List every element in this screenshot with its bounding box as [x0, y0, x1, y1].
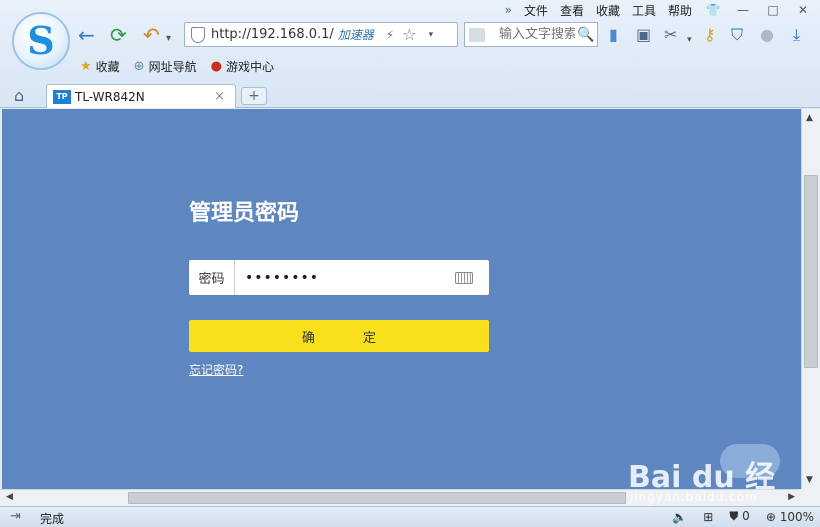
zoom-level: 100%: [779, 509, 814, 524]
bookmark-label: 网址导航: [148, 60, 197, 74]
menu-help[interactable]: 帮助: [668, 2, 692, 19]
scroll-up-icon[interactable]: ▲: [806, 113, 813, 123]
scroll-down-icon[interactable]: ▼: [806, 475, 813, 485]
game-icon: ●: [210, 59, 222, 74]
bookmark-navigation[interactable]: ⊕ 网址导航: [134, 58, 197, 75]
key-icon[interactable]: ⚷: [704, 24, 716, 46]
vertical-scroll-thumb[interactable]: [804, 175, 818, 368]
accelerator-label[interactable]: 加速器: [338, 26, 374, 43]
refresh-button[interactable]: ⟳: [110, 24, 127, 46]
menu-tools[interactable]: 工具: [632, 2, 656, 19]
volume-icon[interactable]: 🔈: [672, 510, 687, 524]
back-button[interactable]: ←: [78, 24, 95, 46]
menu-overflow-icon[interactable]: »: [505, 3, 512, 17]
horizontal-scroll-thumb[interactable]: [128, 492, 626, 504]
bookmark-label: 游戏中心: [225, 60, 274, 74]
more-icon[interactable]: ●: [760, 24, 774, 46]
password-input[interactable]: [235, 261, 455, 294]
tab-title: TL-WR842N: [75, 89, 145, 104]
page-title: 管理员密码: [189, 201, 300, 226]
chevron-down-icon[interactable]: ▾: [687, 29, 692, 51]
status-right: 🔈 ⊞ ⛊ 0 ⊕ 100%: [672, 509, 814, 524]
tp-link-icon: TP: [53, 89, 71, 104]
tab-tl-wr842n[interactable]: TP TL-WR842N ×: [46, 84, 236, 108]
undo-close-button[interactable]: ↶: [143, 24, 160, 46]
address-url[interactable]: http://192.168.0.1/: [211, 27, 334, 42]
forgot-password-link[interactable]: 忘记密码?: [189, 361, 243, 378]
menu-view[interactable]: 查看: [560, 2, 584, 19]
zoom-indicator[interactable]: ⊕ 100%: [766, 510, 814, 524]
close-icon[interactable]: ×: [214, 89, 225, 104]
bookmark-games[interactable]: ● 游戏中心: [211, 58, 274, 75]
search-icon[interactable]: 🔍: [577, 27, 594, 43]
search-input[interactable]: [499, 27, 575, 42]
search-box: 🔍: [464, 22, 598, 47]
password-field: 密码: [189, 260, 489, 295]
bookmark-label: 收藏: [95, 60, 120, 74]
horizontal-scrollbar[interactable]: ◀ ▶: [0, 489, 801, 506]
new-tab-button[interactable]: +: [241, 87, 267, 105]
address-bar[interactable]: http://192.168.0.1/ 加速器 ⚡ ☆ ▾: [184, 22, 458, 47]
download-icon[interactable]: ⤓: [793, 24, 800, 46]
shirt-icon[interactable]: 👕: [704, 3, 722, 17]
status-text: 完成: [40, 512, 65, 526]
sidebar-toggle-icon[interactable]: ⇥: [10, 509, 21, 524]
minimize-button[interactable]: —: [734, 3, 752, 17]
security-count: 0: [742, 509, 750, 523]
vertical-scrollbar[interactable]: ▲ ▼: [801, 109, 820, 489]
network-icon[interactable]: ⊞: [703, 510, 713, 524]
chevron-down-icon[interactable]: ▾: [166, 28, 171, 50]
screenshot-icon[interactable]: ▣: [636, 24, 651, 46]
router-login-page: 管理员密码 密码 确 定 忘记密码?: [2, 109, 801, 489]
security-shield-icon: [191, 26, 205, 43]
status-bar: ⇥ 完成 🔈 ⊞ ⛊ 0 ⊕ 100%: [0, 506, 820, 527]
browser-logo: S: [12, 12, 70, 70]
chevron-down-icon[interactable]: ▾: [429, 30, 434, 40]
security-indicator[interactable]: ⛊ 0: [729, 509, 749, 524]
search-engine-icon[interactable]: [469, 27, 485, 42]
bookmark-icon[interactable]: ▮: [609, 24, 618, 46]
star-icon[interactable]: ☆: [402, 25, 416, 44]
home-icon[interactable]: ⌂: [14, 86, 24, 105]
scissors-icon[interactable]: ✂: [664, 24, 677, 46]
scrollbar-corner: [801, 489, 820, 506]
keyboard-icon[interactable]: [455, 271, 473, 284]
scroll-left-icon[interactable]: ◀: [6, 492, 13, 502]
globe-icon: ⊕: [133, 59, 145, 74]
confirm-button[interactable]: 确 定: [189, 320, 489, 352]
shield-icon[interactable]: ⛉: [731, 24, 743, 46]
close-button[interactable]: ✕: [794, 3, 812, 17]
menu-favorites[interactable]: 收藏: [596, 2, 620, 19]
star-icon: ★: [80, 59, 92, 74]
password-label: 密码: [189, 260, 235, 295]
bookmark-favorites[interactable]: ★ 收藏: [80, 58, 120, 75]
tab-bar: ⌂ TP TL-WR842N × +: [0, 82, 820, 108]
scroll-right-icon[interactable]: ▶: [788, 492, 795, 502]
browser-chrome: S » 文件 查看 收藏 工具 帮助 👕 — □ ✕ ← ⟳ ↶ ▾ http:…: [0, 0, 820, 108]
menu-bar: » 文件 查看 收藏 工具 帮助 👕 — □ ✕: [505, 0, 812, 20]
bolt-icon[interactable]: ⚡: [386, 28, 394, 42]
menu-file[interactable]: 文件: [524, 2, 548, 19]
bookmarks-bar: ★ 收藏 ⊕ 网址导航 ● 游戏中心: [80, 58, 274, 75]
maximize-button[interactable]: □: [764, 3, 782, 17]
